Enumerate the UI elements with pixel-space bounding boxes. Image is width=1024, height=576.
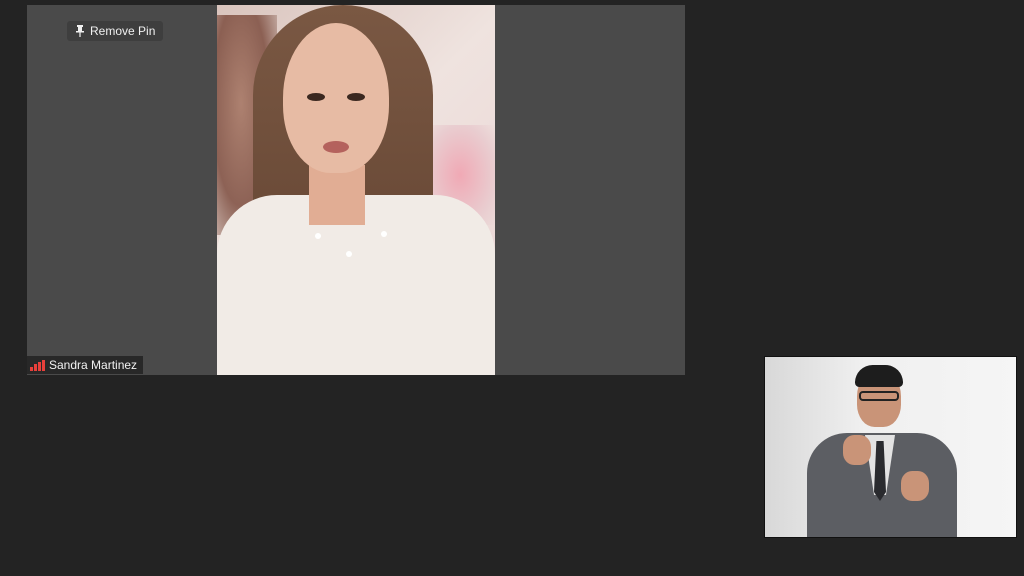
necklace-pearl <box>381 231 387 237</box>
eye-right <box>347 93 365 101</box>
mouth <box>323 141 349 153</box>
participant-name-tag: Sandra Martinez <box>27 356 144 374</box>
pinned-video-tile[interactable]: Remove Pin <box>27 5 685 375</box>
participant-neck <box>309 165 365 225</box>
interpreter-video-tile[interactable] <box>764 356 1017 538</box>
remove-pin-button[interactable]: Remove Pin <box>67 21 164 41</box>
pin-icon <box>76 25 84 37</box>
necklace-pearl <box>346 251 352 257</box>
meeting-stage: Remove Pin Sandra Martinez <box>0 0 1024 576</box>
signal-strength-icon <box>30 359 45 371</box>
interpreter-hand-left <box>843 435 871 465</box>
interpreter-hair <box>855 365 903 387</box>
eye-left <box>307 93 325 101</box>
participant-video <box>217 5 495 375</box>
participant-name: Sandra Martinez <box>49 358 138 372</box>
necklace-pearl <box>315 233 321 239</box>
interpreter-hand-right <box>901 471 929 501</box>
participant-face <box>283 23 389 173</box>
interpreter-glasses <box>859 391 899 401</box>
remove-pin-label: Remove Pin <box>90 24 156 38</box>
